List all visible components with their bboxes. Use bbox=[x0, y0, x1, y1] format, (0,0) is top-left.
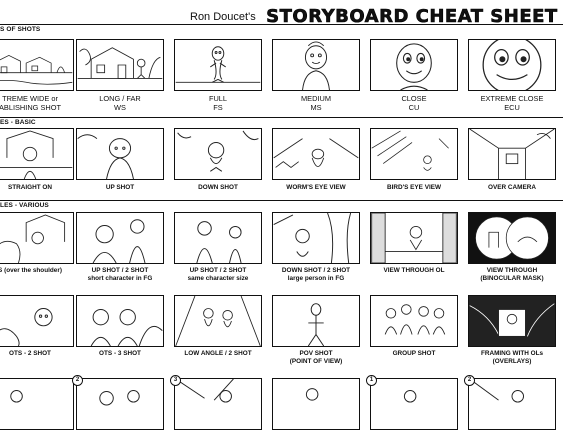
panel-view-through-ol bbox=[370, 212, 458, 264]
panel-binocular-mask bbox=[468, 212, 556, 264]
panel-row5-5 bbox=[370, 378, 458, 430]
panel-number-badge: 3 bbox=[170, 375, 181, 386]
caption-view-through-ol: VIEW THROUGH OL bbox=[383, 267, 445, 274]
section-header-types-of-shots: S OF SHOTS bbox=[0, 24, 563, 36]
caption-low-angle-2-shot: LOW ANGLE / 2 SHOT bbox=[184, 350, 252, 357]
caption-framing-with-ols: FRAMING WITH OLs (OVERLAYS) bbox=[480, 350, 544, 365]
panel-number-badge: 2 bbox=[72, 375, 83, 386]
panel-extreme-wide bbox=[0, 39, 74, 91]
caption-up-shot: UP SHOT bbox=[105, 184, 135, 191]
panel-worms-eye-view bbox=[272, 128, 360, 180]
caption-down-shot: DOWN SHOT bbox=[198, 184, 238, 191]
panel-up-shot-2-same bbox=[174, 212, 262, 264]
panel-number-badge: 1 bbox=[366, 375, 377, 386]
panel-pov-shot bbox=[272, 295, 360, 347]
caption-over-camera: OVER CAMERA bbox=[488, 184, 536, 191]
panel-row5-3 bbox=[174, 378, 262, 430]
author-name: Ron Doucet's bbox=[190, 10, 256, 23]
caption-binocular-mask: VIEW THROUGH (BINOCULAR MASK) bbox=[480, 267, 544, 282]
panel-number-badge: 2 bbox=[464, 375, 475, 386]
panel-framing-with-ols bbox=[468, 295, 556, 347]
caption-close: CLOSE CU bbox=[401, 94, 427, 112]
panel-row5-4 bbox=[272, 378, 360, 430]
panel-low-angle-2-shot bbox=[174, 295, 262, 347]
panel-straight-on bbox=[0, 128, 74, 180]
section-label: ES - BASIC bbox=[0, 119, 36, 126]
caption-down-shot-2: DOWN SHOT / 2 SHOT large person in FG bbox=[281, 267, 351, 282]
panel-row5-1 bbox=[0, 378, 74, 430]
section-header-angles-various: LES - VARIOUS bbox=[0, 200, 563, 212]
caption-medium: MEDIUM MS bbox=[301, 94, 331, 112]
panel-group-shot bbox=[370, 295, 458, 347]
panel-long-far bbox=[76, 39, 164, 91]
panel-close bbox=[370, 39, 458, 91]
panel-down-shot-2 bbox=[272, 212, 360, 264]
panel-row5-6 bbox=[468, 378, 556, 430]
panel-full bbox=[174, 39, 262, 91]
section-label: S OF SHOTS bbox=[0, 26, 41, 33]
panel-down-shot bbox=[174, 128, 262, 180]
panel-medium bbox=[272, 39, 360, 91]
panel-birds-eye-view bbox=[370, 128, 458, 180]
panel-ots-2-shot bbox=[0, 295, 74, 347]
caption-extreme-close: EXTREME CLOSE ECU bbox=[480, 94, 544, 112]
caption-up-shot-2-same: UP SHOT / 2 SHOT same character size bbox=[187, 267, 249, 282]
caption-ots-3-shot: OTS - 3 SHOT bbox=[99, 350, 141, 357]
caption-long-far: LONG / FAR WS bbox=[99, 94, 141, 112]
panel-row5-2 bbox=[76, 378, 164, 430]
caption-birds-eye-view: BIRD'S EYE VIEW bbox=[386, 184, 442, 191]
caption-full: FULL FS bbox=[208, 94, 228, 112]
caption-pov-shot: POV SHOT (POINT OF VIEW) bbox=[289, 350, 343, 365]
panel-over-camera bbox=[468, 128, 556, 180]
panel-up-shot bbox=[76, 128, 164, 180]
panel-ots bbox=[0, 212, 74, 264]
caption-worms-eye-view: WORM'S EYE VIEW bbox=[286, 184, 346, 191]
section-label: LES - VARIOUS bbox=[0, 202, 49, 209]
caption-group-shot: GROUP SHOT bbox=[392, 350, 436, 357]
panel-ots-3-shot bbox=[76, 295, 164, 347]
panel-up-shot-2-short bbox=[76, 212, 164, 264]
panel-extreme-close bbox=[468, 39, 556, 91]
caption-up-shot-2-short: UP SHOT / 2 SHOT short character in FG bbox=[87, 267, 153, 282]
